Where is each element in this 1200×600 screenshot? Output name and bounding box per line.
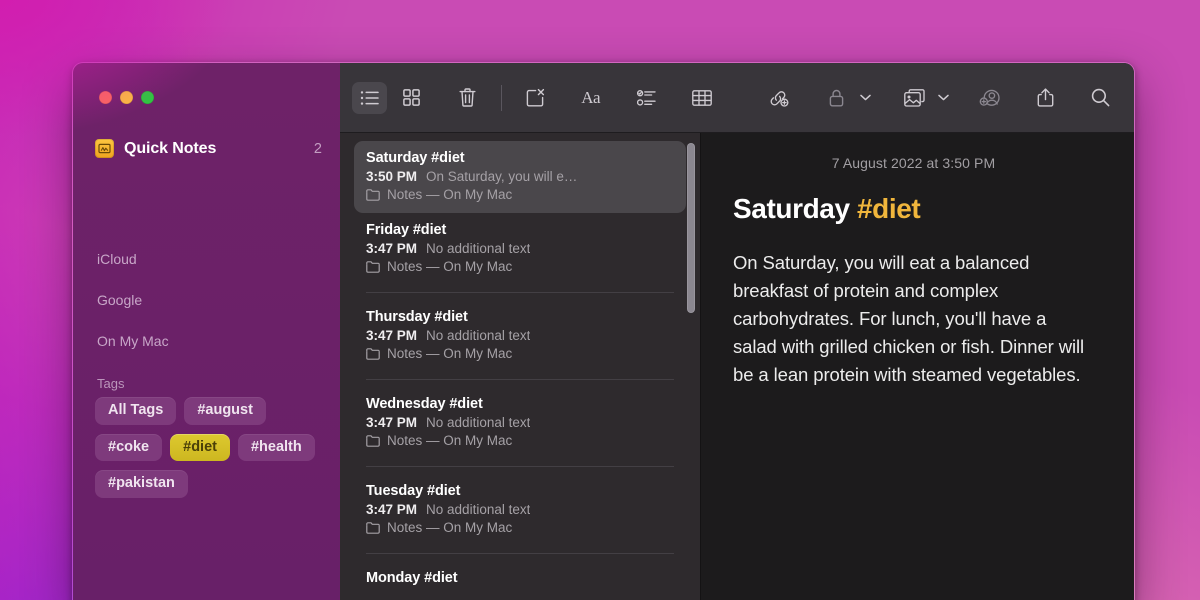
list-divider	[366, 292, 674, 293]
tags-list: All Tags #august #coke #diet #health #pa…	[95, 397, 326, 498]
quick-notes-count: 2	[313, 140, 322, 157]
chevron-down-icon[interactable]	[857, 94, 873, 101]
note-title: Tuesday #diet	[366, 483, 461, 499]
lock-icon[interactable]	[816, 82, 856, 114]
trash-icon[interactable]	[450, 82, 485, 114]
note-snippet: No additional text	[426, 328, 531, 343]
media-icon[interactable]	[894, 82, 934, 114]
quick-notes-label: Quick Notes	[124, 139, 217, 157]
folder-icon	[366, 434, 380, 447]
note-meta: 3:47 PM No additional text	[366, 502, 674, 517]
note-time: 3:47 PM	[366, 328, 418, 343]
note-detail-title-text: Saturday	[733, 193, 857, 224]
gallery-view-icon[interactable]	[395, 82, 430, 114]
note-snippet: No additional text	[426, 415, 531, 430]
folder-icon	[366, 188, 380, 201]
note-meta: 3:47 PM No additional text	[366, 328, 674, 343]
desktop-wallpaper: Quick Notes 2 iCloud Google On My Mac Ta…	[0, 0, 1200, 600]
content-panes: Saturday #diet 3:50 PM On Saturday, you …	[340, 133, 1134, 600]
note-list-item-thursday[interactable]: Thursday #diet 3:47 PM No additional tex…	[354, 300, 686, 372]
search-icon[interactable]	[1083, 82, 1118, 114]
window-traffic-lights	[99, 91, 154, 104]
close-button[interactable]	[99, 91, 112, 104]
note-folder-row: Notes — On My Mac	[366, 520, 674, 535]
list-divider	[366, 466, 674, 467]
add-people-icon[interactable]	[972, 82, 1007, 114]
notes-list-scrollbar[interactable]	[687, 143, 695, 313]
list-divider	[366, 553, 674, 554]
format-icon[interactable]: Aa	[573, 82, 608, 114]
note-detail-title: Saturday #diet	[733, 193, 1094, 225]
tag-august[interactable]: #august	[184, 397, 266, 425]
note-list-item-friday[interactable]: Friday #diet 3:47 PM No additional text	[354, 213, 686, 285]
folder-icon	[366, 521, 380, 534]
note-title: Saturday #diet	[366, 150, 465, 166]
tags-heading: Tags	[97, 376, 125, 391]
note-list-item-saturday[interactable]: Saturday #diet 3:50 PM On Saturday, you …	[354, 141, 686, 213]
list-view-icon[interactable]	[352, 81, 387, 114]
tag-health[interactable]: #health	[237, 433, 315, 461]
note-title: Thursday #diet	[366, 309, 468, 325]
note-time: 3:47 PM	[366, 241, 418, 256]
note-meta: 3:47 PM No additional text	[366, 241, 674, 256]
sidebar-item-quick-notes[interactable]: Quick Notes 2	[95, 139, 322, 158]
tag-coke[interactable]: #coke	[95, 433, 163, 461]
note-time: 3:50 PM	[366, 169, 418, 184]
note-snippet: No additional text	[426, 241, 531, 256]
note-meta: 3:47 PM No additional text	[366, 415, 674, 430]
note-folder: Notes — On My Mac	[387, 259, 513, 274]
add-link-icon[interactable]	[761, 82, 796, 114]
compose-icon[interactable]	[518, 82, 553, 114]
insert-media-control[interactable]	[894, 82, 951, 114]
sidebar-item-icloud[interactable]: iCloud	[97, 251, 137, 267]
note-list-item-tuesday[interactable]: Tuesday #diet 3:47 PM No additional text	[354, 474, 686, 546]
chevron-down-icon[interactable]	[935, 94, 951, 101]
note-folder: Notes — On My Mac	[387, 346, 513, 361]
tag-pakistan[interactable]: #pakistan	[95, 470, 188, 498]
note-folder-row: Notes — On My Mac	[366, 187, 674, 202]
note-list-item-wednesday[interactable]: Wednesday #diet 3:47 PM No additional te…	[354, 387, 686, 459]
note-folder: Notes — On My Mac	[387, 187, 513, 202]
note-folder: Notes — On My Mac	[387, 520, 513, 535]
sidebar-item-google[interactable]: Google	[97, 292, 142, 308]
quick-notes-icon	[95, 139, 114, 158]
note-date: 7 August 2022 at 3:50 PM	[831, 155, 996, 171]
note-folder: Notes — On My Mac	[387, 433, 513, 448]
note-meta: 3:50 PM On Saturday, you will e…	[366, 169, 674, 184]
note-title: Friday #diet	[366, 222, 447, 238]
checklist-icon[interactable]	[629, 82, 664, 114]
tag-all-tags[interactable]: All Tags	[95, 397, 177, 425]
folder-icon	[366, 260, 380, 273]
sidebar-item-on-my-mac[interactable]: On My Mac	[97, 333, 169, 349]
notes-app-window: Quick Notes 2 iCloud Google On My Mac Ta…	[72, 62, 1135, 600]
note-detail-pane[interactable]: 7 August 2022 at 3:50 PM Saturday #diet …	[700, 133, 1134, 600]
tag-diet[interactable]: #diet	[170, 433, 230, 461]
notes-list[interactable]: Saturday #diet 3:50 PM On Saturday, you …	[340, 133, 700, 600]
lock-note-control[interactable]	[816, 82, 873, 114]
note-snippet: No additional text	[426, 502, 531, 517]
note-time: 3:47 PM	[366, 502, 418, 517]
note-list-item-monday[interactable]: Monday #diet	[354, 561, 686, 600]
note-folder-row: Notes — On My Mac	[366, 433, 674, 448]
note-folder-row: Notes — On My Mac	[366, 346, 674, 361]
note-detail-title-tag: #diet	[857, 193, 921, 224]
note-folder-row: Notes — On My Mac	[366, 259, 674, 274]
sidebar: Quick Notes 2 iCloud Google On My Mac Ta…	[73, 63, 340, 600]
note-snippet: On Saturday, you will e…	[426, 169, 578, 184]
list-divider	[366, 379, 674, 380]
zoom-button[interactable]	[141, 91, 154, 104]
toolbar-separator	[500, 84, 502, 111]
folder-icon	[366, 347, 380, 360]
toolbar: Aa	[340, 63, 1134, 133]
note-time: 3:47 PM	[366, 415, 418, 430]
main-area: Aa Saturday #diet 3:50 PM On Saturday, y…	[340, 63, 1134, 600]
note-title: Wednesday #diet	[366, 396, 483, 412]
note-title: Monday #diet	[366, 570, 458, 586]
minimize-button[interactable]	[120, 91, 133, 104]
share-icon[interactable]	[1028, 82, 1063, 114]
table-icon[interactable]	[684, 82, 719, 114]
note-detail-body: On Saturday, you will eat a balanced bre…	[733, 252, 1085, 386]
